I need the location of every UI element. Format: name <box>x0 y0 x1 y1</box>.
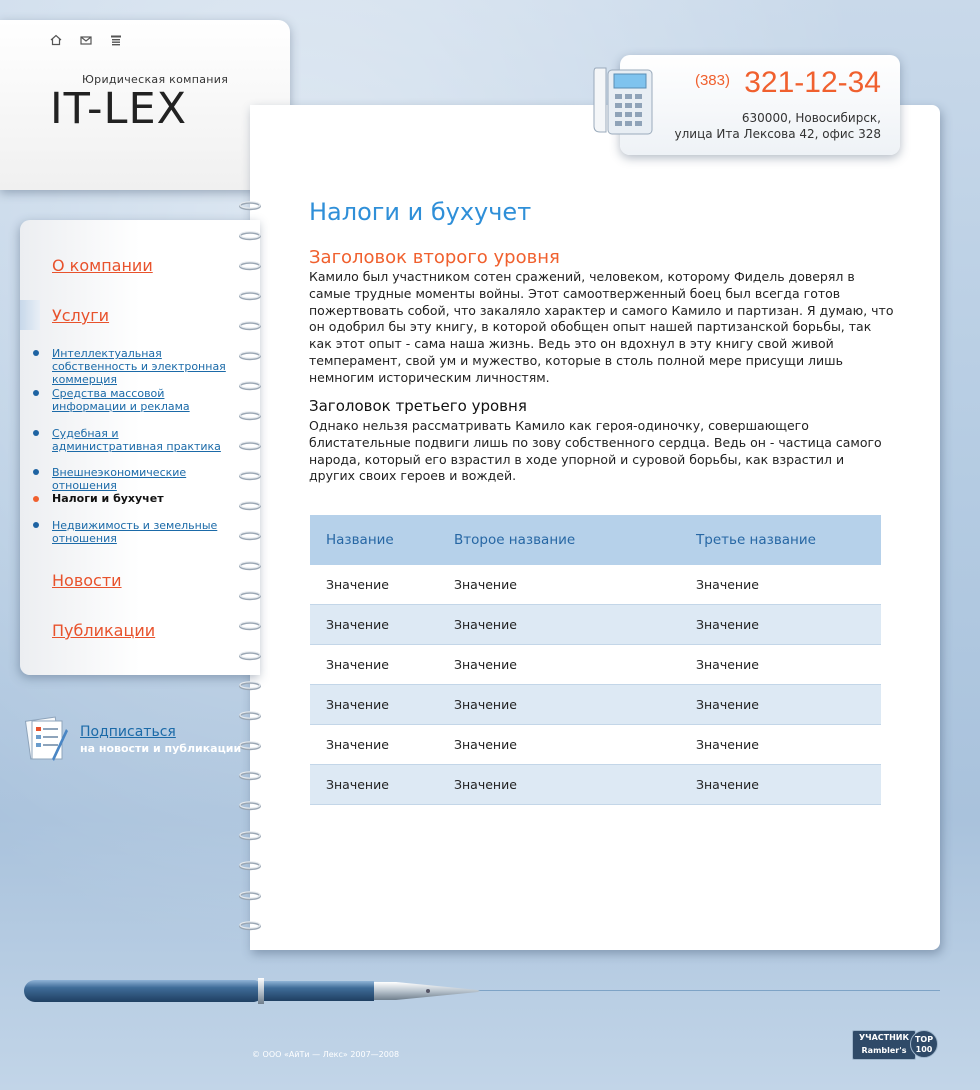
table-cell: Значение <box>438 565 680 605</box>
table-row: Значение Значение Значение <box>310 644 881 685</box>
table-cell: Значение <box>438 644 680 685</box>
table-header-row: Название Второе название Третье название <box>310 515 881 565</box>
nav-item-services[interactable]: Услуги <box>52 306 109 325</box>
column-header: Название <box>310 515 438 565</box>
home-icon[interactable] <box>50 34 62 46</box>
subnav-item-media[interactable]: Средства массовой информации и реклама <box>52 387 232 413</box>
bullet-icon <box>33 350 39 356</box>
sitemap-icon[interactable] <box>110 34 122 46</box>
table-cell: Значение <box>438 604 680 645</box>
rambler-top100-badge[interactable]: УЧАСТНИК Rambler's TOP 100 <box>852 1030 938 1060</box>
subnav-item-real-estate[interactable]: Недвижимость и земельные отношения <box>52 519 232 545</box>
bullet-icon <box>33 390 39 396</box>
table-row: Значение Значение Значение <box>310 724 881 765</box>
table-cell: Значение <box>310 644 438 685</box>
table-cell: Значение <box>680 684 881 725</box>
table-cell: Значение <box>310 684 438 725</box>
table-row: Значение Значение Значение <box>310 684 881 725</box>
page-title: Налоги и бухучет <box>309 198 532 226</box>
table-row: Значение Значение Значение <box>310 764 881 805</box>
telephone-icon <box>593 67 653 135</box>
fountain-pen-icon <box>24 978 480 1004</box>
table-cell: Значение <box>438 684 680 725</box>
subnav-item-foreign-economic[interactable]: Внешнеэкономические отношения <box>52 466 232 492</box>
badge-line-1: УЧАСТНИК <box>858 1033 910 1042</box>
table-cell: Значение <box>680 565 881 605</box>
data-table: Название Второе название Третье название… <box>310 515 881 805</box>
newsletter-icon <box>24 716 68 761</box>
column-header: Второе название <box>438 515 680 565</box>
column-header: Третье название <box>680 515 881 565</box>
badge-circle-line-2: 100 <box>915 1045 933 1054</box>
subnav-item-taxes-active: Налоги и бухучет <box>52 492 164 505</box>
address: 630000, Новосибирск, улица Ита Лексова 4… <box>675 110 882 142</box>
table-cell: Значение <box>680 724 881 765</box>
footer-divider <box>470 990 940 991</box>
table-row: Значение Значение Значение <box>310 604 881 645</box>
address-line-2: улица Ита Лексова 42, офис 328 <box>674 127 882 141</box>
table-row: Значение Значение Значение <box>310 565 881 605</box>
subscribe-link[interactable]: Подписаться <box>80 724 176 740</box>
table-cell: Значение <box>680 644 881 685</box>
nav-item-about[interactable]: О компании <box>52 256 153 275</box>
bullet-icon <box>33 522 39 528</box>
table-cell: Значение <box>310 724 438 765</box>
subnav-item-intellectual-property[interactable]: Интеллектуальная собственность и электро… <box>52 347 232 386</box>
badge-circle-line-1: TOP <box>914 1035 934 1044</box>
badge-line-2: Rambler's <box>861 1046 907 1055</box>
mail-icon[interactable] <box>80 34 92 46</box>
table-cell: Значение <box>438 764 680 805</box>
badge-label: УЧАСТНИК Rambler's <box>852 1030 916 1060</box>
bullet-icon <box>33 469 39 475</box>
table-cell: Значение <box>680 604 881 645</box>
nav-item-news[interactable]: Новости <box>52 571 122 590</box>
table-cell: Значение <box>310 764 438 805</box>
table-cell: Значение <box>310 565 438 605</box>
top-icons <box>50 34 122 46</box>
paragraph-1: Камило был участником сотен сражений, че… <box>309 269 894 385</box>
company-logo[interactable]: IT-LEX <box>50 84 187 134</box>
table-cell: Значение <box>310 604 438 645</box>
subscribe-caption: на новости и публикации <box>80 742 242 755</box>
nav-item-publications[interactable]: Публикации <box>52 621 155 640</box>
heading-level-2: Заголовок второго уровня <box>309 247 560 268</box>
badge-circle: TOP 100 <box>910 1030 938 1058</box>
phone-code: (383) <box>694 72 730 89</box>
active-section-marker <box>20 300 40 330</box>
copyright: © ООО «АйТи — Лекс» 2007—2008 <box>252 1050 400 1059</box>
address-line-1: 630000, Новосибирск, <box>741 111 881 125</box>
table-cell: Значение <box>438 724 680 765</box>
notebook-rings <box>238 195 264 939</box>
bullet-active-icon <box>33 496 39 502</box>
phone-number: 321-12-34 <box>744 66 881 99</box>
table-cell: Значение <box>680 764 881 805</box>
subnav-item-court-practice[interactable]: Судебная и административная практика <box>52 427 232 453</box>
heading-level-3: Заголовок третьего уровня <box>309 397 527 415</box>
bullet-icon <box>33 430 39 436</box>
paragraph-2: Однако нельзя рассматривать Камило как г… <box>309 418 882 484</box>
spiral-binding-icon <box>239 200 261 931</box>
